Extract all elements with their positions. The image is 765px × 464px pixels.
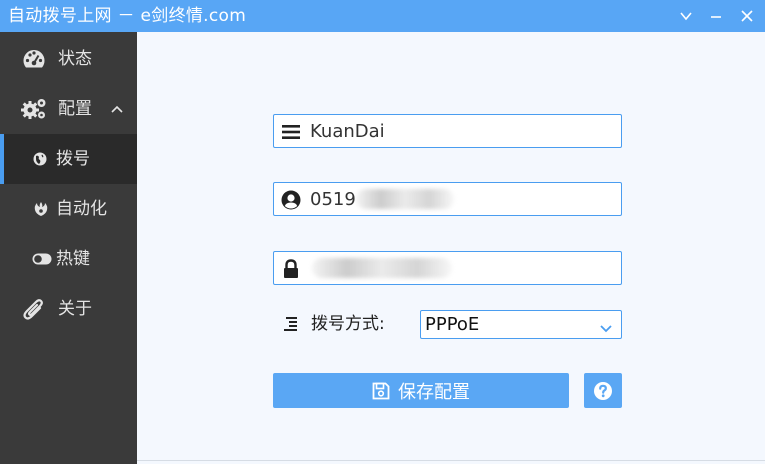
user-circle-icon (281, 190, 301, 210)
indent-icon (282, 309, 300, 339)
sidebar-item-config[interactable]: 配置 (0, 84, 137, 134)
divider (137, 460, 765, 461)
chevron-down-icon[interactable] (676, 6, 696, 26)
sidebar-item-label: 关于 (58, 299, 92, 319)
floppy-disk-icon (372, 382, 390, 400)
sidebar-item-dial[interactable]: 拨号 (0, 134, 137, 184)
redacted-blur (356, 189, 454, 209)
connection-name-input[interactable] (310, 115, 610, 147)
sidebar-item-hotkey[interactable]: 热键 (0, 234, 137, 284)
bars-icon (281, 122, 301, 142)
toggle-icon (32, 253, 52, 265)
title-bar: 自动拨号上网 － e剑终情.com (0, 0, 765, 32)
sidebar-item-about[interactable]: 关于 (0, 284, 137, 334)
dashboard-icon (22, 47, 46, 71)
username-input[interactable] (310, 183, 610, 215)
help-button[interactable] (584, 373, 622, 408)
globe-icon (33, 152, 47, 166)
save-config-label: 保存配置 (398, 381, 470, 403)
sidebar-item-label: 热键 (56, 249, 90, 269)
gears-icon (21, 97, 47, 121)
sidebar-item-label: 拨号 (56, 149, 90, 169)
dial-method-select[interactable]: PPPoE (420, 310, 622, 339)
sidebar-item-status[interactable]: 状态 (0, 34, 137, 84)
redacted-blur (312, 258, 452, 278)
sidebar: 状态 配置 拨号 自动化 热键 关于 (0, 32, 137, 464)
connection-name-field[interactable] (273, 114, 622, 148)
minimize-icon[interactable] (706, 6, 726, 26)
window-title: 自动拨号上网 － e剑终情.com (8, 6, 247, 26)
paperclip-icon (22, 296, 46, 322)
save-config-button[interactable]: 保存配置 (273, 373, 569, 408)
sidebar-item-automation[interactable]: 自动化 (0, 184, 137, 234)
chevron-up-icon (110, 103, 124, 115)
close-icon[interactable] (737, 6, 757, 26)
dial-method-label: 拨号方式: (311, 314, 385, 334)
question-circle-icon (593, 381, 613, 401)
lock-icon (281, 259, 301, 279)
chevron-down-icon (599, 319, 613, 333)
sidebar-item-label: 配置 (58, 99, 92, 119)
username-field[interactable] (273, 182, 622, 216)
dial-method-value: PPPoE (425, 314, 480, 335)
password-field[interactable] (273, 251, 622, 285)
sidebar-item-label: 自动化 (56, 199, 107, 219)
sidebar-item-label: 状态 (58, 49, 92, 69)
rebel-icon (33, 201, 49, 217)
